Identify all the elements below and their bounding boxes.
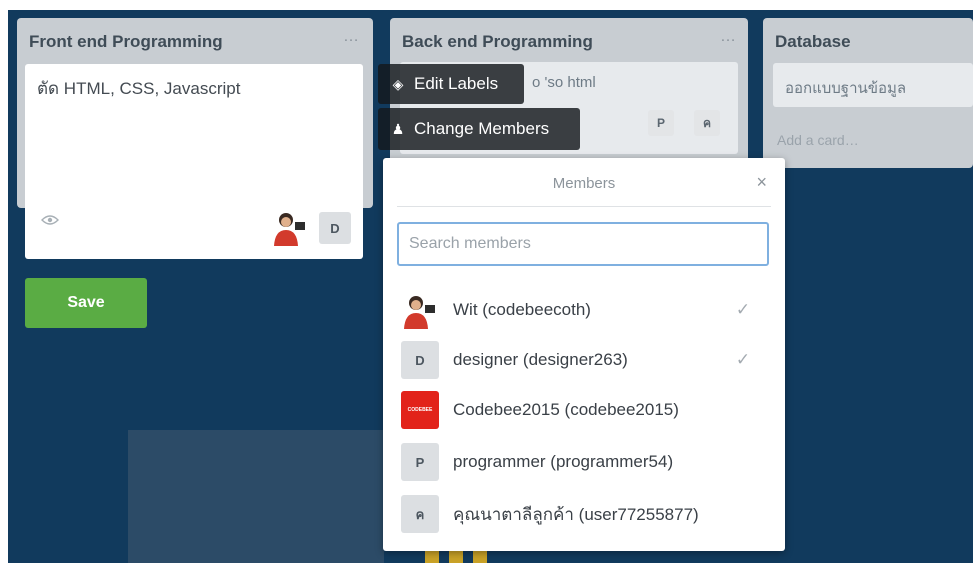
save-button[interactable]: Save <box>25 278 147 328</box>
member-row[interactable]: P programmer (programmer54) <box>401 440 773 484</box>
divider <box>397 206 771 207</box>
list-menu-icon[interactable]: … <box>720 28 736 46</box>
change-members-label: Change Members <box>414 119 550 138</box>
member-avatar-photo <box>271 208 309 246</box>
close-icon[interactable]: × <box>756 172 767 193</box>
member-row[interactable]: Wit (codebeecoth) ✓ <box>401 288 773 332</box>
member-name: Wit (codebeecoth) <box>453 300 591 319</box>
member-row[interactable]: ค คุณนาตาลีลูกค้า (user77255877) <box>401 492 773 536</box>
person-icon: ♟ <box>391 120 405 137</box>
member-row[interactable]: CODEBEE Codebee2015 (codebee2015) <box>401 388 773 432</box>
member-row[interactable]: D designer (designer263) ✓ <box>401 338 773 382</box>
list-title[interactable]: Front end Programming <box>29 32 223 52</box>
watermark-block <box>128 430 384 563</box>
list-title[interactable]: Back end Programming <box>402 32 593 52</box>
eye-icon <box>41 215 59 225</box>
member-avatar-initial: D <box>401 341 439 379</box>
codebee-logo-icon: CODEBEE <box>401 391 439 429</box>
person-photo-icon <box>271 208 309 246</box>
members-popover: Members × Wit (codebeecoth) ✓ D designer… <box>383 158 785 551</box>
edit-labels-button[interactable]: ◈ Edit Labels <box>378 64 524 104</box>
card-editor[interactable]: ตัด HTML, CSS, Javascript D <box>25 64 363 259</box>
card-text: ออกแบบฐานข้อมูล <box>785 80 907 97</box>
change-members-button[interactable]: ♟ Change Members <box>378 108 580 150</box>
card-text: o 'so html <box>532 74 596 91</box>
search-members-input[interactable] <box>397 222 769 266</box>
member-avatar-initial: ค <box>401 495 439 533</box>
member-avatar-initial: P <box>401 443 439 481</box>
popover-title: Members <box>552 175 616 192</box>
list-menu-icon[interactable]: … <box>343 28 359 46</box>
member-name: คุณนาตาลีลูกค้า (user77255877) <box>453 504 699 524</box>
edit-labels-label: Edit Labels <box>414 74 499 93</box>
list-title[interactable]: Database <box>775 32 851 52</box>
check-icon: ✓ <box>735 300 751 319</box>
member-name: designer (designer263) <box>453 350 628 369</box>
member-avatar-photo <box>401 291 439 329</box>
add-card-link[interactable]: Add a card… <box>777 132 859 148</box>
person-photo-icon <box>404 296 435 329</box>
member-tag: P <box>648 110 674 136</box>
card-database[interactable]: ออกแบบฐานข้อมูล <box>773 63 973 107</box>
member-avatar-initial: D <box>319 212 351 244</box>
member-tag: ค <box>694 110 720 136</box>
card-editor-text[interactable]: ตัด HTML, CSS, Javascript <box>37 75 240 102</box>
member-name: Codebee2015 (codebee2015) <box>453 400 679 419</box>
member-name: programmer (programmer54) <box>453 452 674 471</box>
tag-icon: ◈ <box>392 75 404 92</box>
check-icon: ✓ <box>735 350 751 369</box>
